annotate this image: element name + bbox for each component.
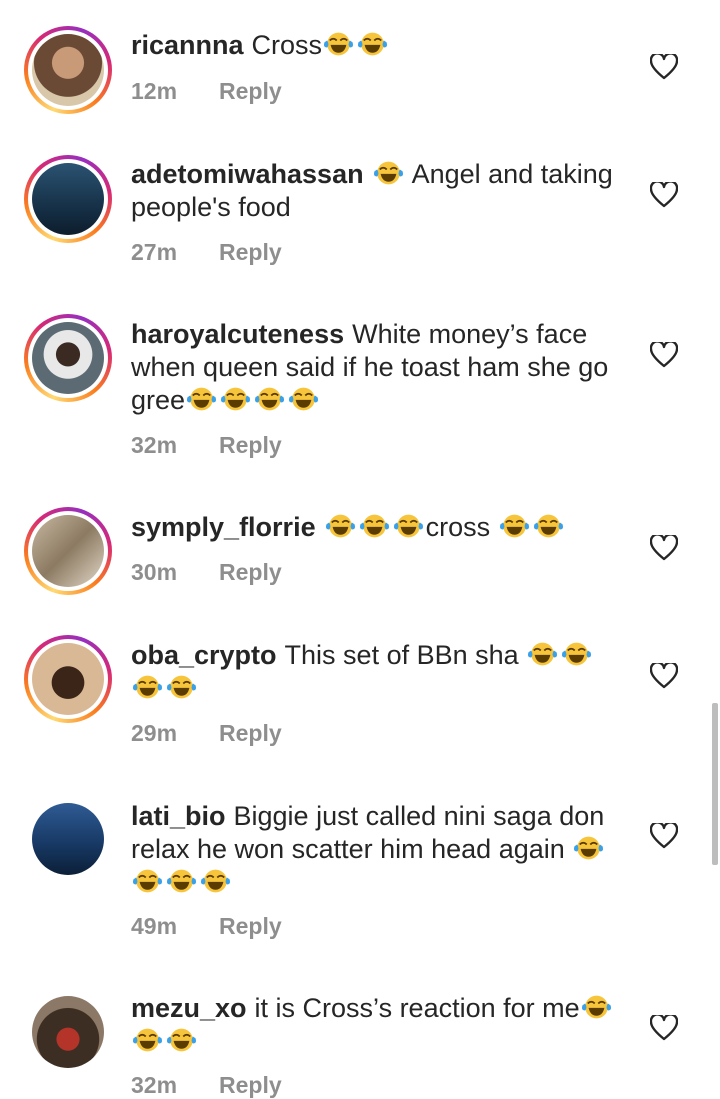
avatar-story-ring[interactable] <box>24 635 112 723</box>
tears-of-joy-emoji <box>499 514 529 538</box>
reply-button[interactable]: Reply <box>219 720 282 746</box>
comment-username[interactable]: lati_bio <box>131 801 226 831</box>
heart-outline-icon[interactable] <box>650 1015 678 1041</box>
comment-time: 32m <box>131 432 178 458</box>
avatar-story-ring[interactable] <box>24 314 112 402</box>
comment-time: 49m <box>131 913 178 939</box>
tears-of-joy-emoji <box>187 387 217 411</box>
comment-text: Cross <box>251 30 323 60</box>
tears-of-joy-emoji <box>167 1028 196 1052</box>
comment-text: cross <box>425 512 491 542</box>
avatar <box>32 643 104 715</box>
comment-time: 27m <box>131 239 178 265</box>
avatar <box>32 996 104 1068</box>
heart-outline-icon[interactable] <box>650 54 678 80</box>
tears-of-joy-emoji <box>562 642 592 666</box>
avatar <box>32 515 104 587</box>
comment-text: it is Cross’s reaction for me <box>254 993 580 1023</box>
comment-time: 30m <box>131 559 178 585</box>
reply-button[interactable]: Reply <box>219 239 282 265</box>
tears-of-joy-emoji <box>289 387 319 411</box>
comment-time: 32m <box>131 1072 178 1098</box>
comment-time: 29m <box>131 720 178 746</box>
tears-of-joy-emoji <box>358 32 388 56</box>
avatar-story-ring[interactable] <box>24 155 112 243</box>
comment-time: 12m <box>131 78 178 104</box>
comment-username[interactable]: symply_florrie <box>131 512 316 542</box>
tears-of-joy-emoji <box>393 514 423 538</box>
comment-username[interactable]: ricannna <box>131 30 244 60</box>
reply-button[interactable]: Reply <box>219 78 282 104</box>
tears-of-joy-emoji <box>133 869 162 893</box>
heart-outline-icon[interactable] <box>650 342 678 368</box>
heart-outline-icon[interactable] <box>650 535 678 561</box>
tears-of-joy-emoji <box>255 387 285 411</box>
tears-of-joy-emoji <box>325 514 355 538</box>
comment-username[interactable]: haroyalcuteness <box>131 319 344 349</box>
avatar-story-ring[interactable] <box>24 507 112 595</box>
avatar <box>32 803 104 875</box>
scrollbar[interactable] <box>712 703 718 865</box>
reply-button[interactable]: Reply <box>219 432 282 458</box>
reply-button[interactable]: Reply <box>219 1072 282 1098</box>
tears-of-joy-emoji <box>167 869 196 893</box>
reply-button[interactable]: Reply <box>219 559 282 585</box>
avatar-story-ring[interactable] <box>24 26 112 114</box>
tears-of-joy-emoji <box>221 387 251 411</box>
comment-username[interactable]: oba_crypto <box>131 640 277 670</box>
heart-outline-icon[interactable] <box>650 182 678 208</box>
avatar-wrap[interactable] <box>24 988 112 1076</box>
avatar <box>32 322 104 394</box>
tears-of-joy-emoji <box>373 161 403 185</box>
tears-of-joy-emoji <box>324 32 354 56</box>
tears-of-joy-emoji <box>359 514 389 538</box>
comment-text: This set of BBn sha <box>284 640 519 670</box>
tears-of-joy-emoji <box>133 1028 162 1052</box>
tears-of-joy-emoji <box>581 995 611 1019</box>
avatar <box>32 34 104 106</box>
tears-of-joy-emoji <box>533 514 563 538</box>
tears-of-joy-emoji <box>574 836 604 860</box>
avatar <box>32 163 104 235</box>
avatar-wrap[interactable] <box>24 795 112 883</box>
reply-button[interactable]: Reply <box>219 913 282 939</box>
tears-of-joy-emoji <box>201 869 230 893</box>
comment-username[interactable]: adetomiwahassan <box>131 159 364 189</box>
heart-outline-icon[interactable] <box>650 663 678 689</box>
heart-outline-icon[interactable] <box>650 823 678 849</box>
tears-of-joy-emoji <box>167 675 196 699</box>
tears-of-joy-emoji <box>528 642 558 666</box>
tears-of-joy-emoji <box>133 675 162 699</box>
comment-username[interactable]: mezu_xo <box>131 993 247 1023</box>
